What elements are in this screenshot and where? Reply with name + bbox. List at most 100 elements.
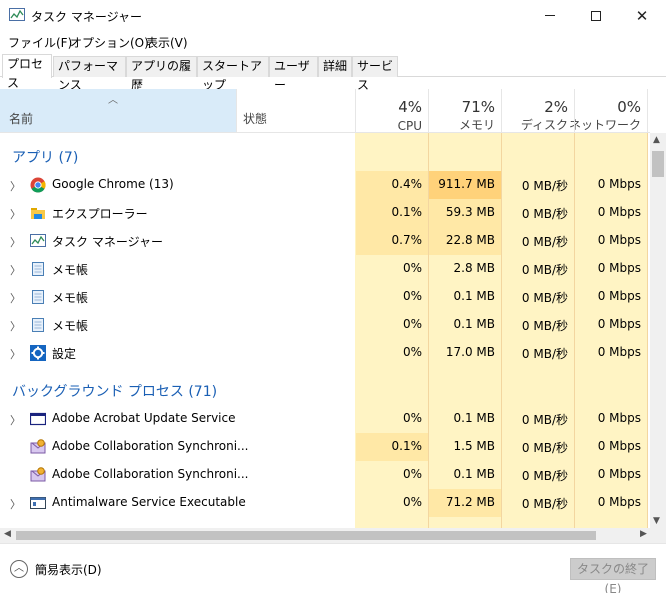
header-divider [574,89,575,133]
window-title: タスク マネージャー [31,10,142,24]
table-row[interactable]: 〉 メモ帳 0% 0.1 MB 0 MB/秒 0 Mbps [0,311,650,339]
window-icon [30,412,46,426]
folder-icon [31,208,45,219]
network-value: 0 Mbps [597,317,641,331]
disk-value: 0 MB/秒 [521,291,568,305]
horizontal-scrollbar[interactable]: ◀ ▶ [0,528,666,543]
memory-value: 0.1 MB [453,317,495,331]
scroll-down-icon[interactable]: ▼ [653,516,660,526]
disk-value: 0 MB/秒 [521,207,568,221]
chevron-right-icon[interactable]: 〉 [10,234,21,250]
column-memory-header[interactable]: 71% メモリ [429,95,502,138]
tab-bar: プロセス パフォーマンス アプリの履歴 スタートアップ ユーザー 詳細 サービス [0,53,666,92]
disk-value: 0 MB/秒 [521,319,568,333]
maximize-button[interactable] [573,0,619,31]
process-name: エクスプローラー [52,207,148,221]
end-task-button[interactable]: タスクの終了(E) [570,558,656,593]
minimize-icon [545,15,555,16]
gear-icon [30,345,46,361]
chevron-right-icon[interactable]: 〉 [10,496,21,512]
memory-value: 22.8 MB [445,233,495,247]
table-row[interactable]: Adobe Collaboration Synchroni... 0.1% 1.… [0,433,650,461]
scroll-up-icon[interactable]: ▲ [653,135,660,145]
menu-view[interactable]: 表示(V) [146,34,188,51]
chevron-right-icon[interactable]: 〉 [10,318,21,334]
column-name-header[interactable]: ︿ 名前 [0,89,236,132]
column-status-header[interactable]: 状態 [236,89,356,132]
title-bar: タスク マネージャー ✕ [0,0,666,31]
process-name: Antimalware Service Executable [52,495,246,509]
chevron-right-icon[interactable]: 〉 [10,206,21,222]
header-divider [501,89,502,133]
maximize-icon [591,10,601,21]
tab-details[interactable]: 詳細 [318,56,352,77]
header-divider [236,89,237,133]
table-row[interactable]: 〉 設定 0% 17.0 MB 0 MB/秒 0 Mbps [0,339,650,367]
table-row[interactable]: 〉 Adobe Acrobat Update Service 0% 0.1 MB… [0,405,650,433]
tab-startup[interactable]: スタートアップ [197,56,269,92]
chevron-right-icon[interactable]: 〉 [10,412,21,428]
memory-value: 2.8 MB [453,261,495,275]
notepad-icon [32,290,44,304]
adobe-sync-icon [30,439,46,454]
scrollbar-thumb[interactable] [16,531,596,540]
menu-options[interactable]: オプション(O) [70,34,149,51]
table-row[interactable]: Adobe Collaboration Synchroni... 0% 0.1 … [0,461,650,489]
process-list[interactable]: アプリ (7) 〉 Google Chrome (13) 0.4% 911.7 … [0,133,650,528]
menu-file[interactable]: ファイル(F) [8,34,72,51]
column-memory-label: メモリ [458,118,495,132]
memory-value: 59.3 MB [445,205,495,219]
column-disk-header[interactable]: 2% ディスク [502,95,575,138]
process-name: Google Chrome (13) [52,177,174,191]
memory-value: 0.1 MB [453,411,495,425]
process-name: Adobe Collaboration Synchroni... [52,467,249,481]
cpu-value: 0% [402,411,422,425]
chevron-right-icon[interactable]: 〉 [10,262,21,278]
tab-processes[interactable]: プロセス [2,54,52,90]
tab-performance[interactable]: パフォーマンス [53,56,126,92]
table-row[interactable]: 〉 メモ帳 0% 0.1 MB 0 MB/秒 0 Mbps [0,283,650,311]
tab-users[interactable]: ユーザー [269,56,318,92]
chevron-right-icon[interactable]: 〉 [10,290,21,306]
process-name: タスク マネージャー [52,235,163,249]
scroll-left-icon[interactable]: ◀ [4,529,11,539]
group-header-background[interactable]: バックグラウンド プロセス (71) [0,375,650,403]
disk-value: 0 MB/秒 [521,497,568,511]
cpu-value: 0% [402,467,422,481]
process-name: メモ帳 [52,263,89,277]
process-name: 設定 [52,347,77,361]
minimize-button[interactable] [527,0,573,31]
cpu-value: 0.7% [391,233,423,247]
tab-app-history[interactable]: アプリの履歴 [126,56,197,92]
disk-value: 0 MB/秒 [521,263,568,277]
process-name: メモ帳 [52,291,89,305]
table-row[interactable]: 〉 Google Chrome (13) 0.4% 911.7 MB 0 MB/… [0,171,650,199]
memory-value: 911.7 MB [438,177,495,191]
header-divider [355,89,356,133]
vertical-scrollbar[interactable]: ▲ ▼ [650,133,666,528]
column-cpu-header[interactable]: 4% CPU [356,95,429,138]
table-row[interactable]: 〉 エクスプローラー 0.1% 59.3 MB 0 MB/秒 0 Mbps [0,199,650,227]
group-header-apps[interactable]: アプリ (7) [0,141,650,169]
cpu-value: 0% [402,261,422,275]
scrollbar-thumb[interactable] [652,151,664,177]
table-row[interactable]: 〉 メモ帳 0% 2.8 MB 0 MB/秒 0 Mbps [0,255,650,283]
column-network-header[interactable]: 0% ネットワーク [569,95,648,138]
disk-value: 0 MB/秒 [521,235,568,249]
scroll-right-icon[interactable]: ▶ [640,529,647,539]
cpu-value: 0% [402,345,422,359]
column-power-header[interactable]: 電 [648,89,650,132]
chevron-right-icon[interactable]: 〉 [10,346,21,362]
chevron-right-icon[interactable]: 〉 [10,178,21,194]
network-value: 0 Mbps [597,439,641,453]
adobe-sync-icon [30,467,46,482]
notepad-icon [32,318,44,332]
tab-services[interactable]: サービス [352,56,398,92]
header-divider [647,89,648,133]
fewer-details-button[interactable]: 簡易表示(D) [35,561,102,578]
table-row[interactable]: 〉 Antimalware Service Executable 0% 71.2… [0,489,650,517]
close-button[interactable]: ✕ [619,0,665,31]
network-value: 0 Mbps [597,289,641,303]
table-row[interactable]: 〉 タスク マネージャー 0.7% 22.8 MB 0 MB/秒 0 Mbps [0,227,650,255]
chevron-up-icon[interactable]: ︿ [10,560,28,578]
